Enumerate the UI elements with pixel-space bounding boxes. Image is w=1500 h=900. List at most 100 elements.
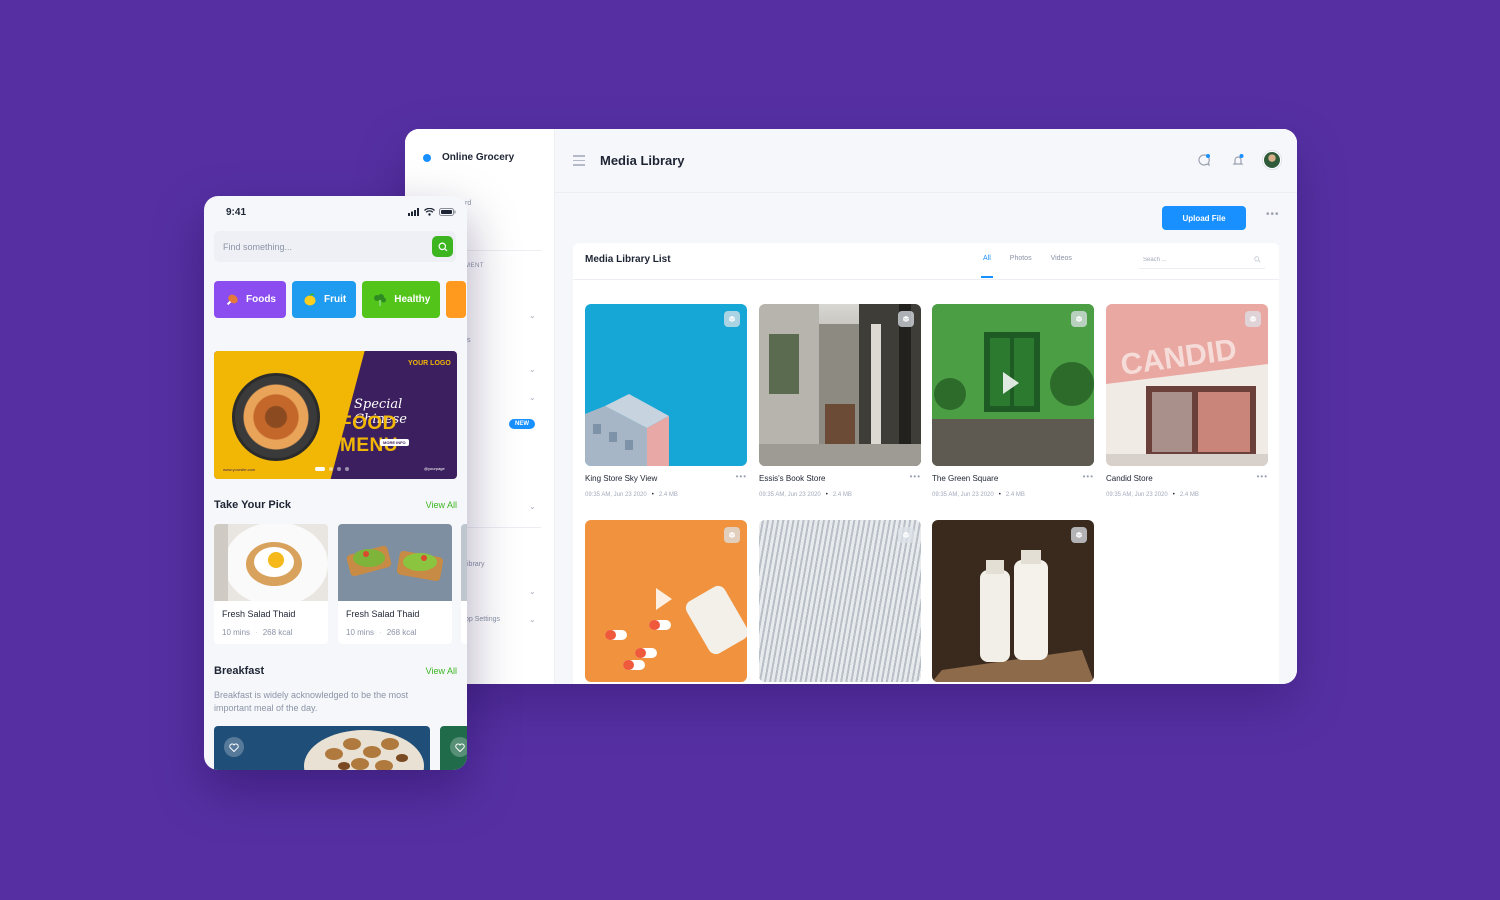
media-size: 2.4 MB (832, 492, 852, 498)
more-options-icon[interactable]: ••• (910, 472, 921, 481)
section-title: Take Your Pick (214, 499, 292, 511)
chevron-down-icon[interactable]: ⌄ (529, 393, 536, 402)
search-button[interactable] (432, 236, 453, 257)
media-thumbnail[interactable] (759, 520, 921, 682)
media-thumbnail[interactable] (932, 304, 1094, 466)
banner-site: www.yoursite.com (223, 467, 256, 472)
sidebar-divider (465, 527, 541, 528)
chevron-down-icon[interactable]: ⌄ (529, 365, 536, 374)
media-card[interactable]: The Green Square ••• 09:35 AM, Jun 23 20… (932, 304, 1094, 498)
media-name: Candid Store (1106, 474, 1153, 483)
cube-icon (1071, 311, 1087, 327)
chevron-down-icon[interactable]: ⌄ (529, 311, 536, 320)
media-thumbnail[interactable] (585, 520, 747, 682)
media-card[interactable]: Essis's Book Store ••• 09:35 AM, Jun 23 … (759, 304, 921, 498)
media-name: Essis's Book Store (759, 474, 826, 483)
view-all-link[interactable]: View All (426, 500, 457, 510)
section-description: Breakfast is widely acknowledged to be t… (214, 690, 409, 713)
category-label: Foods (246, 294, 276, 305)
media-time: 09:35 AM, Jun 23 2020 (585, 492, 647, 498)
sidebar-divider (465, 250, 541, 251)
brand-logo-icon (423, 153, 431, 162)
sidebar-item-label[interactable]: pp Settings (465, 616, 500, 623)
play-icon[interactable] (1003, 372, 1019, 394)
breakfast-image (304, 730, 424, 770)
status-time: 9:41 (226, 207, 247, 218)
food-meta: 10 mins · 268 kcal (222, 628, 293, 637)
category-more[interactable] (446, 281, 467, 318)
media-card[interactable]: CANDID Candid Store ••• 09:35 AM, Jun 23… (1106, 304, 1268, 498)
sidebar-item-label[interactable]: s (467, 337, 471, 344)
sidebar-item-label[interactable]: ibrary (467, 561, 485, 568)
brand-name: Online Grocery (442, 152, 515, 163)
favorite-button[interactable] (450, 737, 467, 757)
brand[interactable]: Online Grocery (423, 152, 514, 163)
search-icon[interactable] (1254, 256, 1261, 263)
food-card[interactable]: Fresh Salad Thaid 10 mins · 268 kcal (338, 524, 452, 644)
search-icon (438, 242, 447, 251)
food-plate-image (232, 373, 320, 461)
search-input[interactable] (223, 231, 423, 262)
chevron-down-icon[interactable]: ⌄ (529, 587, 536, 596)
breakfast-card[interactable] (214, 726, 430, 770)
play-icon[interactable] (656, 588, 672, 610)
bell-icon[interactable] (1229, 151, 1247, 169)
promo-banner[interactable]: YOUR LOGO Special Chinese FOOD MENU MORE… (214, 351, 457, 479)
media-library-panel: Media Library List All Photos Videos Sea… (573, 243, 1279, 684)
breakfast-card[interactable] (440, 726, 467, 770)
lemon-icon (302, 292, 318, 308)
tab-photos[interactable]: Photos (1010, 255, 1032, 262)
cube-icon (1245, 311, 1261, 327)
more-options-icon[interactable]: ••• (1266, 209, 1280, 220)
media-search (1139, 251, 1265, 269)
chevron-down-icon[interactable]: ⌄ (529, 615, 536, 624)
more-options-icon[interactable]: ••• (1083, 472, 1094, 481)
menu-icon[interactable] (573, 155, 585, 169)
main-content: Media Library Upload File ••• Media Libr… (555, 129, 1297, 684)
chevron-down-icon[interactable]: ⌄ (529, 502, 536, 511)
mobile-screen: 9:41 Foods Fruit Healthy YOUR LOGO (204, 196, 467, 770)
tab-all[interactable]: All (981, 255, 993, 278)
media-card[interactable] (932, 520, 1094, 682)
broccoli-icon (372, 292, 388, 308)
media-card[interactable] (585, 520, 747, 682)
category-label: Fruit (324, 294, 347, 305)
food-name: Fresh Salad Thaid (222, 609, 296, 619)
media-card[interactable]: King Store Sky View ••• 09:35 AM, Jun 23… (585, 304, 747, 498)
category-fruit[interactable]: Fruit (292, 281, 357, 318)
avatar[interactable] (1263, 151, 1281, 169)
panel-divider (573, 279, 1279, 280)
view-all-link[interactable]: View All (426, 666, 457, 676)
media-thumbnail[interactable] (585, 304, 747, 466)
sidebar-section-label: MENT (465, 263, 484, 269)
heart-icon (229, 743, 239, 752)
food-card[interactable]: Fresh Salad Thaid 10 mins · 268 kcal (214, 524, 328, 644)
section-title: Breakfast (214, 665, 265, 677)
media-time: 09:35 AM, Jun 23 2020 (932, 492, 994, 498)
media-meta: 09:35 AM, Jun 23 2020 • 2.4 MB (585, 492, 678, 498)
carousel-dots[interactable] (315, 467, 349, 471)
media-tabs: All Photos Videos (981, 255, 1072, 278)
category-foods[interactable]: Foods (214, 281, 286, 318)
category-list: Foods Fruit Healthy (214, 281, 467, 318)
chat-icon[interactable] (1195, 151, 1213, 169)
heart-icon (455, 743, 465, 752)
category-label: Healthy (394, 294, 431, 305)
tab-videos[interactable]: Videos (1051, 255, 1072, 262)
banner-more-info[interactable]: MORE INFO (380, 439, 409, 446)
media-size: 2.4 MB (1005, 492, 1025, 498)
food-kcal: 268 kcal (386, 628, 417, 637)
banner-title: FOOD MENU (340, 413, 398, 456)
more-options-icon[interactable]: ••• (736, 472, 747, 481)
more-options-icon[interactable]: ••• (1257, 472, 1268, 481)
media-search-input[interactable] (1143, 256, 1243, 263)
cube-icon (1071, 527, 1087, 543)
media-thumbnail[interactable]: CANDID (1106, 304, 1268, 466)
category-healthy[interactable]: Healthy (362, 281, 441, 318)
media-thumbnail[interactable] (759, 304, 921, 466)
upload-file-button[interactable]: Upload File (1162, 206, 1246, 230)
food-card[interactable] (461, 524, 467, 644)
media-thumbnail[interactable] (932, 520, 1094, 682)
favorite-button[interactable] (224, 737, 244, 757)
media-card[interactable] (759, 520, 921, 682)
